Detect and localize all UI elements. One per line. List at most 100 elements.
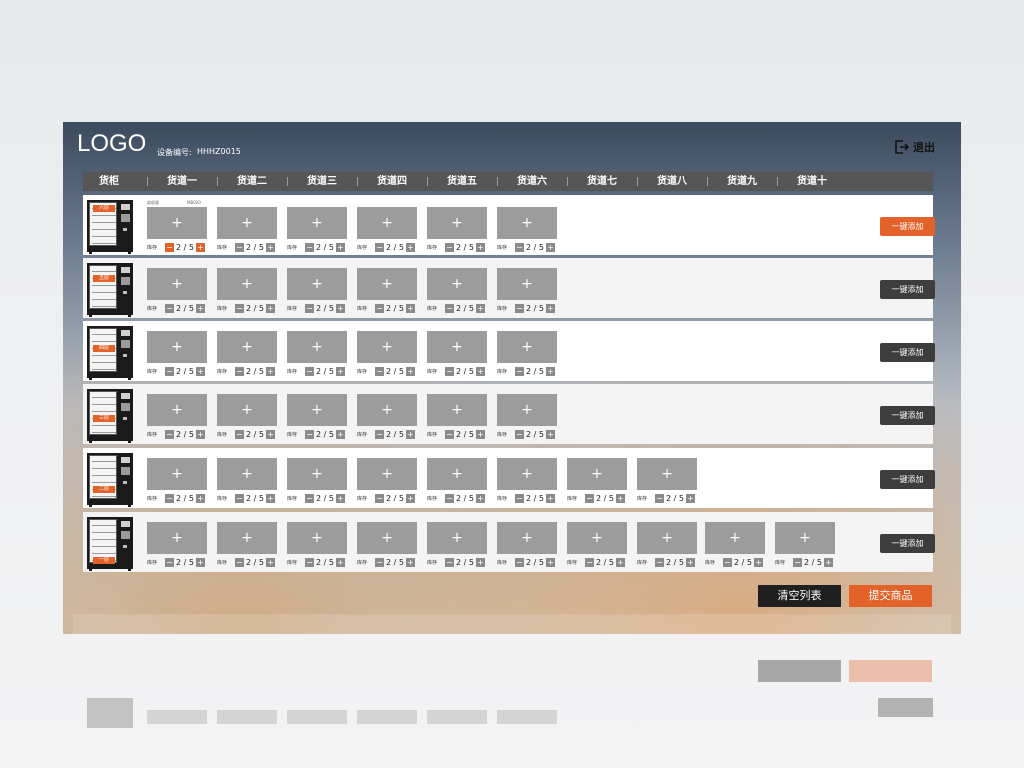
increment-button[interactable]: + bbox=[196, 303, 205, 313]
decrement-button[interactable]: − bbox=[375, 366, 384, 376]
submit-products-button[interactable]: 提交商品 bbox=[849, 585, 932, 607]
decrement-button[interactable]: − bbox=[235, 242, 244, 252]
decrement-button[interactable]: − bbox=[305, 242, 314, 252]
add-product-slot-button[interactable]: + bbox=[217, 394, 277, 426]
add-product-slot-button[interactable]: + bbox=[217, 458, 277, 490]
decrement-button[interactable]: − bbox=[445, 303, 454, 313]
add-product-slot-button[interactable]: + bbox=[497, 394, 557, 426]
add-product-slot-button[interactable]: + bbox=[287, 522, 347, 554]
decrement-button[interactable]: − bbox=[375, 242, 384, 252]
increment-button[interactable]: + bbox=[266, 557, 275, 567]
increment-button[interactable]: + bbox=[406, 493, 415, 503]
increment-button[interactable]: + bbox=[266, 429, 275, 439]
decrement-button[interactable]: − bbox=[445, 493, 454, 503]
add-product-slot-button[interactable]: + bbox=[567, 458, 627, 490]
increment-button[interactable]: + bbox=[546, 303, 555, 313]
add-product-slot-button[interactable]: + bbox=[147, 522, 207, 554]
add-product-slot-button[interactable]: + bbox=[287, 394, 347, 426]
decrement-button[interactable]: − bbox=[585, 493, 594, 503]
add-product-slot-button[interactable]: + bbox=[427, 522, 487, 554]
decrement-button[interactable]: − bbox=[165, 557, 174, 567]
increment-button[interactable]: + bbox=[336, 303, 345, 313]
decrement-button[interactable]: − bbox=[585, 557, 594, 567]
increment-button[interactable]: + bbox=[406, 303, 415, 313]
decrement-button[interactable]: − bbox=[515, 557, 524, 567]
add-product-slot-button[interactable]: + bbox=[427, 394, 487, 426]
decrement-button[interactable]: − bbox=[235, 493, 244, 503]
decrement-button[interactable]: − bbox=[655, 493, 664, 503]
decrement-button[interactable]: − bbox=[723, 557, 732, 567]
add-product-slot-button[interactable]: + bbox=[497, 331, 557, 363]
increment-button[interactable]: + bbox=[336, 242, 345, 252]
increment-button[interactable]: + bbox=[546, 557, 555, 567]
increment-button[interactable]: + bbox=[336, 557, 345, 567]
logout-button[interactable]: 退出 bbox=[894, 139, 935, 155]
increment-button[interactable]: + bbox=[336, 493, 345, 503]
add-product-slot-button[interactable]: + bbox=[287, 268, 347, 300]
one-click-add-button[interactable]: 一键添加 bbox=[880, 534, 935, 553]
one-click-add-button[interactable]: 一键添加 bbox=[880, 217, 935, 236]
add-product-slot-button[interactable]: + bbox=[287, 207, 347, 239]
decrement-button[interactable]: − bbox=[445, 242, 454, 252]
decrement-button[interactable]: − bbox=[515, 366, 524, 376]
increment-button[interactable]: + bbox=[476, 303, 485, 313]
increment-button[interactable]: + bbox=[266, 242, 275, 252]
add-product-slot-button[interactable]: + bbox=[357, 207, 417, 239]
add-product-slot-button[interactable]: + bbox=[357, 394, 417, 426]
one-click-add-button[interactable]: 一键添加 bbox=[880, 406, 935, 425]
decrement-button[interactable]: − bbox=[235, 366, 244, 376]
decrement-button[interactable]: − bbox=[165, 429, 174, 439]
add-product-slot-button[interactable]: + bbox=[217, 268, 277, 300]
increment-button[interactable]: + bbox=[196, 493, 205, 503]
add-product-slot-button[interactable]: + bbox=[497, 522, 557, 554]
decrement-button[interactable]: − bbox=[655, 557, 664, 567]
add-product-slot-button[interactable]: + bbox=[427, 331, 487, 363]
add-product-slot-button[interactable]: + bbox=[637, 458, 697, 490]
add-product-slot-button[interactable]: + bbox=[217, 331, 277, 363]
increment-button[interactable]: + bbox=[196, 366, 205, 376]
increment-button[interactable]: + bbox=[196, 429, 205, 439]
decrement-button[interactable]: − bbox=[235, 303, 244, 313]
increment-button[interactable]: + bbox=[196, 557, 205, 567]
add-product-slot-button[interactable]: + bbox=[217, 522, 277, 554]
add-product-slot-button[interactable]: + bbox=[357, 522, 417, 554]
add-product-slot-button[interactable]: + bbox=[147, 394, 207, 426]
decrement-button[interactable]: − bbox=[305, 493, 314, 503]
increment-button[interactable]: + bbox=[266, 366, 275, 376]
add-product-slot-button[interactable]: + bbox=[357, 331, 417, 363]
increment-button[interactable]: + bbox=[476, 557, 485, 567]
add-product-slot-button[interactable]: + bbox=[427, 268, 487, 300]
decrement-button[interactable]: − bbox=[165, 493, 174, 503]
increment-button[interactable]: + bbox=[476, 366, 485, 376]
decrement-button[interactable]: − bbox=[445, 429, 454, 439]
increment-button[interactable]: + bbox=[336, 366, 345, 376]
decrement-button[interactable]: − bbox=[305, 303, 314, 313]
increment-button[interactable]: + bbox=[406, 429, 415, 439]
increment-button[interactable]: + bbox=[546, 242, 555, 252]
decrement-button[interactable]: − bbox=[235, 429, 244, 439]
increment-button[interactable]: + bbox=[546, 429, 555, 439]
decrement-button[interactable]: − bbox=[235, 557, 244, 567]
one-click-add-button[interactable]: 一键添加 bbox=[880, 280, 935, 299]
decrement-button[interactable]: − bbox=[305, 557, 314, 567]
add-product-slot-button[interactable]: + bbox=[567, 522, 627, 554]
increment-button[interactable]: + bbox=[336, 429, 345, 439]
increment-button[interactable]: + bbox=[476, 493, 485, 503]
decrement-button[interactable]: − bbox=[445, 557, 454, 567]
add-product-slot-button[interactable]: + bbox=[147, 268, 207, 300]
decrement-button[interactable]: − bbox=[793, 557, 802, 567]
increment-button[interactable]: + bbox=[824, 557, 833, 567]
decrement-button[interactable]: − bbox=[515, 493, 524, 503]
increment-button[interactable]: + bbox=[616, 557, 625, 567]
decrement-button[interactable]: − bbox=[165, 366, 174, 376]
decrement-button[interactable]: − bbox=[375, 493, 384, 503]
add-product-slot-button[interactable]: + bbox=[147, 207, 207, 239]
increment-button[interactable]: + bbox=[196, 242, 205, 252]
decrement-button[interactable]: − bbox=[165, 242, 174, 252]
increment-button[interactable]: + bbox=[686, 557, 695, 567]
one-click-add-button[interactable]: 一键添加 bbox=[880, 470, 935, 489]
add-product-slot-button[interactable]: + bbox=[217, 207, 277, 239]
decrement-button[interactable]: − bbox=[445, 366, 454, 376]
increment-button[interactable]: + bbox=[266, 303, 275, 313]
increment-button[interactable]: + bbox=[476, 429, 485, 439]
